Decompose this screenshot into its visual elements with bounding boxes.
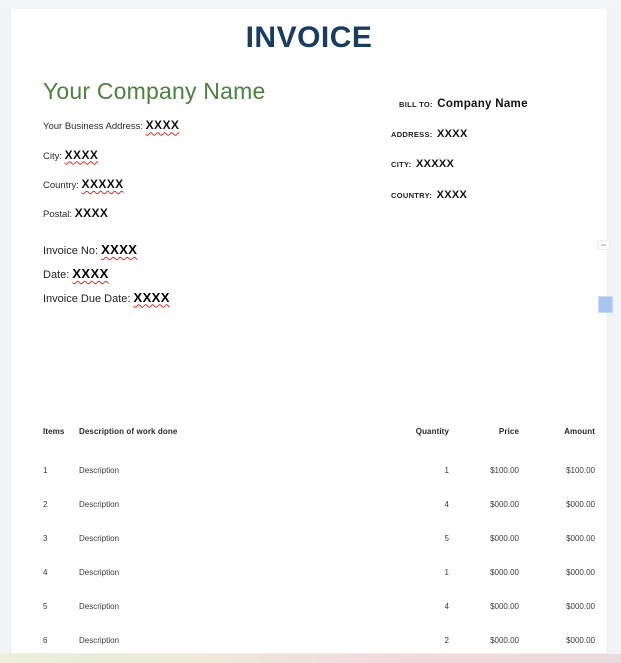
seller-postal-label: Postal:: [43, 209, 73, 221]
cell-price[interactable]: $000.00: [449, 500, 519, 534]
column-header-quantity: Quantity: [415, 427, 449, 436]
cell-quantity[interactable]: 1: [379, 466, 449, 500]
bill-to-city-value[interactable]: XXXXX: [416, 158, 454, 170]
cell-price[interactable]: $000.00: [449, 534, 519, 568]
cell-description[interactable]: Description: [79, 466, 379, 500]
column-header-amount: Amount: [564, 427, 595, 436]
bottom-gradient-strip: [0, 654, 621, 663]
seller-city-label: City:: [43, 150, 62, 162]
bill-to-block[interactable]: BILL TO: Company Name ADDRESS: XXXX CITY…: [391, 93, 601, 214]
cell-amount[interactable]: $000.00: [519, 636, 595, 653]
bill-to-address-label: ADDRESS:: [391, 130, 433, 140]
invoice-number-label: Invoice No:: [43, 245, 99, 257]
cell-description[interactable]: Description: [79, 602, 379, 636]
cell-price[interactable]: $000.00: [449, 568, 519, 602]
cell-item-number[interactable]: 1: [43, 466, 79, 500]
cell-description[interactable]: Description: [79, 534, 379, 568]
column-header-description: Description of work done: [79, 427, 178, 436]
cell-item-number[interactable]: 5: [43, 602, 79, 636]
table-row[interactable]: 3 Description 5 $000.00 $000.00: [43, 534, 595, 568]
column-header-price: Price: [498, 427, 519, 436]
selection-handle[interactable]: [598, 296, 613, 313]
bill-to-line[interactable]: BILL TO: Company Name: [391, 93, 601, 112]
top-gutter: [0, 0, 621, 9]
cell-price[interactable]: $100.00: [449, 466, 519, 500]
cell-item-number[interactable]: 6: [43, 636, 79, 653]
table-row[interactable]: 4 Description 1 $000.00 $000.00: [43, 568, 595, 602]
collapse-toggle-icon[interactable]: [597, 240, 610, 250]
cell-amount[interactable]: $000.00: [519, 602, 595, 636]
table-body: 1 Description 1 $100.00 $100.00 2 Descri…: [43, 466, 595, 653]
table-row[interactable]: 6 Description 2 $000.00 $000.00: [43, 636, 595, 653]
seller-postal-line[interactable]: Postal: XXXX: [43, 206, 363, 220]
bill-to-country-line[interactable]: COUNTRY: XXXX: [391, 184, 601, 203]
column-header-items: Items: [43, 427, 65, 436]
invoice-date-value[interactable]: XXXX: [72, 266, 108, 281]
table-header-row: Items Description of work done Quantity …: [43, 427, 595, 466]
seller-city-value[interactable]: XXXX: [65, 148, 99, 162]
cell-quantity[interactable]: 1: [379, 568, 449, 602]
parties-section: Your Company Name Your Business Address:…: [11, 78, 607, 304]
cell-description[interactable]: Description: [79, 636, 379, 653]
page-title: INVOICE: [245, 21, 373, 54]
invoice-date-line[interactable]: Date: XXXX: [43, 266, 170, 283]
seller-address-value[interactable]: XXXX: [146, 118, 180, 132]
cell-item-number[interactable]: 2: [43, 500, 79, 534]
table-row[interactable]: 2 Description 4 $000.00 $000.00: [43, 500, 595, 534]
cell-amount[interactable]: $000.00: [519, 568, 595, 602]
seller-postal-value[interactable]: XXXX: [75, 206, 109, 220]
seller-country-line[interactable]: Country: XXXXX: [43, 177, 363, 191]
table-row[interactable]: 1 Description 1 $100.00 $100.00: [43, 466, 595, 500]
seller-address-line[interactable]: Your Business Address: XXXX: [43, 118, 363, 132]
invoice-document-page[interactable]: INVOICE Your Company Name Your Business …: [10, 9, 608, 654]
seller-country-label: Country:: [43, 180, 79, 192]
bill-to-label: BILL TO:: [399, 100, 433, 109]
seller-address-label: Your Business Address:: [43, 121, 143, 133]
invoice-due-date-value[interactable]: XXXX: [134, 290, 170, 305]
cell-amount[interactable]: $000.00: [519, 534, 595, 568]
seller-city-line[interactable]: City: XXXX: [43, 148, 363, 162]
minus-icon: [601, 244, 606, 246]
seller-company-name[interactable]: Your Company Name: [43, 78, 363, 104]
invoice-due-date-label: Invoice Due Date:: [43, 292, 131, 305]
bill-to-country-value[interactable]: XXXX: [437, 189, 468, 201]
bill-to-address-line[interactable]: ADDRESS: XXXX: [391, 123, 601, 142]
cell-price[interactable]: $000.00: [449, 636, 519, 653]
cell-item-number[interactable]: 3: [43, 534, 79, 568]
cell-quantity[interactable]: 4: [379, 500, 449, 534]
bill-to-city-label: CITY:: [391, 160, 412, 170]
bill-to-city-line[interactable]: CITY: XXXXX: [391, 153, 601, 172]
invoice-due-date-line[interactable]: Invoice Due Date: XXXX: [43, 290, 170, 307]
cell-description[interactable]: Description: [79, 568, 379, 602]
cell-quantity[interactable]: 2: [379, 636, 449, 653]
table-row[interactable]: 5 Description 4 $000.00 $000.00: [43, 602, 595, 636]
cell-item-number[interactable]: 4: [43, 568, 79, 602]
cell-amount[interactable]: $100.00: [519, 466, 595, 500]
invoice-date-label: Date:: [43, 268, 70, 281]
cell-amount[interactable]: $000.00: [519, 500, 595, 534]
invoice-number-value[interactable]: XXXX: [101, 242, 137, 257]
cell-price[interactable]: $000.00: [449, 602, 519, 636]
cell-quantity[interactable]: 4: [379, 602, 449, 636]
cell-description[interactable]: Description: [79, 500, 379, 534]
seller-address-block[interactable]: Your Company Name Your Business Address:…: [43, 78, 363, 236]
bill-to-value[interactable]: Company Name: [437, 98, 528, 110]
bill-to-country-label: COUNTRY:: [391, 190, 433, 200]
seller-country-value[interactable]: XXXXX: [82, 177, 124, 191]
invoice-number-line[interactable]: Invoice No: XXXX: [43, 242, 170, 259]
editor-surface: INVOICE Your Company Name Your Business …: [0, 0, 621, 663]
line-items-table[interactable]: Items Description of work done Quantity …: [43, 427, 595, 653]
cell-quantity[interactable]: 5: [379, 534, 449, 568]
bill-to-address-value[interactable]: XXXX: [437, 128, 468, 140]
invoice-meta-block[interactable]: Invoice No: XXXX Date: XXXX Invoice Due …: [43, 242, 170, 313]
